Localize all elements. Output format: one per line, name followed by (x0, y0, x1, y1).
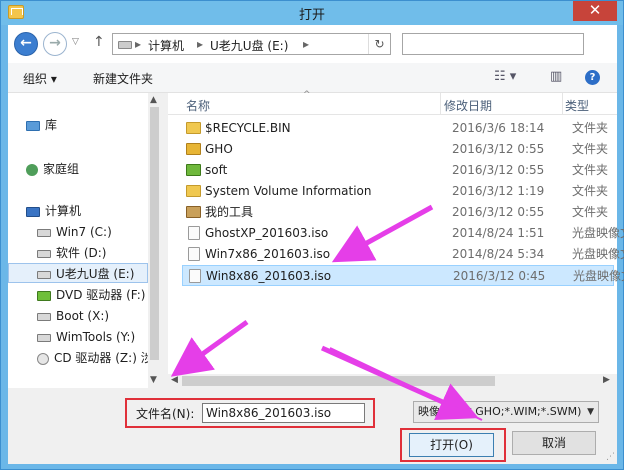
scroll-right-arrow-icon[interactable]: ▶ (603, 375, 610, 385)
file-row[interactable]: GHO 2016/3/12 0:55 文件夹 (178, 139, 617, 160)
forward-button[interactable]: → (43, 32, 67, 56)
breadcrumb-drive[interactable]: U老九U盘 (E:) (210, 37, 288, 54)
folder-icon (186, 185, 201, 197)
back-button[interactable]: ← (14, 32, 38, 56)
resize-grip-icon[interactable]: ⋰ (606, 452, 615, 462)
library-icon (26, 120, 40, 131)
window-title: 打开 (298, 8, 325, 23)
search-input[interactable] (402, 33, 584, 55)
open-button[interactable]: 打开(O) (409, 433, 494, 457)
open-highlight-box: 打开(O) (400, 428, 506, 462)
sidebar-item-boot-x[interactable]: Boot (X:) (37, 306, 109, 326)
file-row[interactable]: Win7x86_201603.iso2014/8/24 5:34光盘映像文 (178, 244, 624, 265)
navigation-pane: 库 家庭组 计算机 Win7 (C:) 软件 (D:) U老九U盘 (E:) D… (8, 93, 161, 388)
sidebar-item-computer[interactable]: 计算机 (26, 201, 81, 221)
column-name[interactable]: 名称 (186, 97, 210, 114)
organize-menu[interactable]: 组织 ▾ (23, 70, 57, 87)
scrollbar-thumb[interactable] (182, 376, 495, 386)
drive-icon (118, 41, 132, 49)
folder-icon (186, 164, 201, 176)
file-row[interactable]: soft 2016/3/12 0:55 文件夹 (178, 160, 617, 181)
file-row[interactable]: $RECYCLE.BIN 2016/3/6 18:14 文件夹 (178, 118, 617, 139)
sidebar-item-dvd-f[interactable]: DVD 驱动器 (F:) (37, 285, 146, 305)
folder-icon (186, 122, 201, 134)
sidebar-item-cd-z[interactable]: CD 驱动器 (Z:) 涉 (37, 348, 148, 368)
filename-input[interactable] (202, 403, 365, 423)
iso-file-icon (188, 226, 200, 240)
breadcrumb-computer[interactable]: 计算机 (148, 37, 184, 54)
drive-icon (37, 333, 51, 342)
chevron-down-icon: ▼ (587, 407, 594, 417)
folder-icon (186, 206, 201, 218)
close-button[interactable]: ✕ (573, 1, 617, 21)
dialog-body: ← → ▽ ↑ ▸ 计算机 ▸ U老九U盘 (E:) ▸ ↻ 组织 ▾ 新建文件… (8, 25, 624, 464)
drive-icon (37, 270, 51, 279)
title-bar[interactable]: 打开 ✕ (1, 1, 623, 25)
scroll-down-arrow-icon[interactable]: ▼ (150, 375, 157, 385)
sidebar-scrollbar[interactable]: ▲ ▼ (148, 93, 161, 388)
dvd-drive-icon (37, 290, 51, 301)
new-folder-button[interactable]: 新建文件夹 (93, 70, 153, 87)
command-toolbar: 组织 ▾ 新建文件夹 ☷ ▾ ▥ ? (8, 63, 617, 93)
iso-file-icon (188, 247, 200, 261)
scrollbar-thumb[interactable] (150, 107, 159, 360)
open-file-dialog: 打开 ✕ ← → ▽ ↑ ▸ 计算机 ▸ U老九U盘 (E:) ▸ ↻ 组织 ▾… (0, 0, 624, 470)
column-divider[interactable] (440, 93, 441, 115)
breadcrumb-separator[interactable]: ▸ (303, 37, 309, 51)
refresh-button[interactable]: ↻ (368, 34, 390, 54)
drive-icon (37, 228, 51, 237)
column-divider[interactable] (562, 93, 563, 115)
file-row-selected[interactable]: Win8x86_201603.iso2016/3/12 0:45光盘映像文 (182, 265, 624, 286)
file-row[interactable]: System Volume Information 2016/3/12 1:19 文… (178, 181, 617, 202)
recent-locations-dropdown-icon[interactable]: ▽ (72, 37, 79, 47)
sidebar-item-wimtools-y[interactable]: WimTools (Y:) (37, 327, 135, 347)
sidebar-item-library[interactable]: 库 (26, 115, 57, 135)
sidebar-item-drive-e[interactable]: U老九U盘 (E:) (8, 263, 148, 283)
up-level-button[interactable]: ↑ (93, 34, 105, 50)
iso-file-icon (189, 269, 201, 283)
horizontal-scrollbar[interactable]: ◀ ▶ (168, 374, 617, 388)
dialog-footer: 文件名(N): 映像文件(*.GHO;*.WIM;*.SWM) ▼ 打开(O) … (8, 388, 617, 464)
file-type-dropdown[interactable]: 映像文件(*.GHO;*.WIM;*.SWM) ▼ (413, 401, 599, 423)
folder-icon (186, 143, 201, 155)
homegroup-icon (26, 163, 38, 176)
address-bar[interactable]: ▸ 计算机 ▸ U老九U盘 (E:) ▸ ↻ (112, 33, 391, 55)
scroll-up-arrow-icon[interactable]: ▲ (150, 95, 157, 105)
file-row[interactable]: 我的工具 2016/3/12 0:55 文件夹 (178, 202, 617, 223)
help-icon[interactable]: ? (585, 70, 600, 85)
computer-icon (26, 206, 40, 217)
sort-ascending-icon: ^ (303, 90, 311, 100)
column-header: ^ 名称 修改日期 类型 (168, 90, 617, 115)
breadcrumb-separator[interactable]: ▸ (197, 37, 203, 51)
column-type[interactable]: 类型 (565, 97, 589, 114)
column-date[interactable]: 修改日期 (444, 97, 492, 114)
sidebar-item-homegroup[interactable]: 家庭组 (26, 159, 79, 179)
navigation-bar: ← → ▽ ↑ ▸ 计算机 ▸ U老九U盘 (E:) ▸ ↻ (8, 25, 617, 63)
filename-highlight-box: 文件名(N): (125, 398, 375, 428)
cd-drive-icon (37, 352, 49, 365)
drive-icon (37, 249, 51, 258)
sidebar-item-drive-d[interactable]: 软件 (D:) (37, 243, 106, 263)
filename-label: 文件名(N): (136, 407, 195, 421)
drive-icon (37, 312, 51, 321)
scroll-left-arrow-icon[interactable]: ◀ (171, 375, 178, 385)
file-row[interactable]: GhostXP_201603.iso2014/8/24 1:51光盘映像文 (178, 223, 624, 244)
file-list: ^ 名称 修改日期 类型 $RECYCLE.BIN 2016/3/6 18:14 文… (168, 90, 624, 388)
sidebar-item-drive-c[interactable]: Win7 (C:) (37, 222, 112, 242)
view-options-icon[interactable]: ☷ ▾ (494, 69, 516, 84)
breadcrumb-separator[interactable]: ▸ (135, 37, 141, 51)
preview-pane-icon[interactable]: ▥ (550, 69, 562, 84)
cancel-button[interactable]: 取消 (512, 431, 596, 455)
